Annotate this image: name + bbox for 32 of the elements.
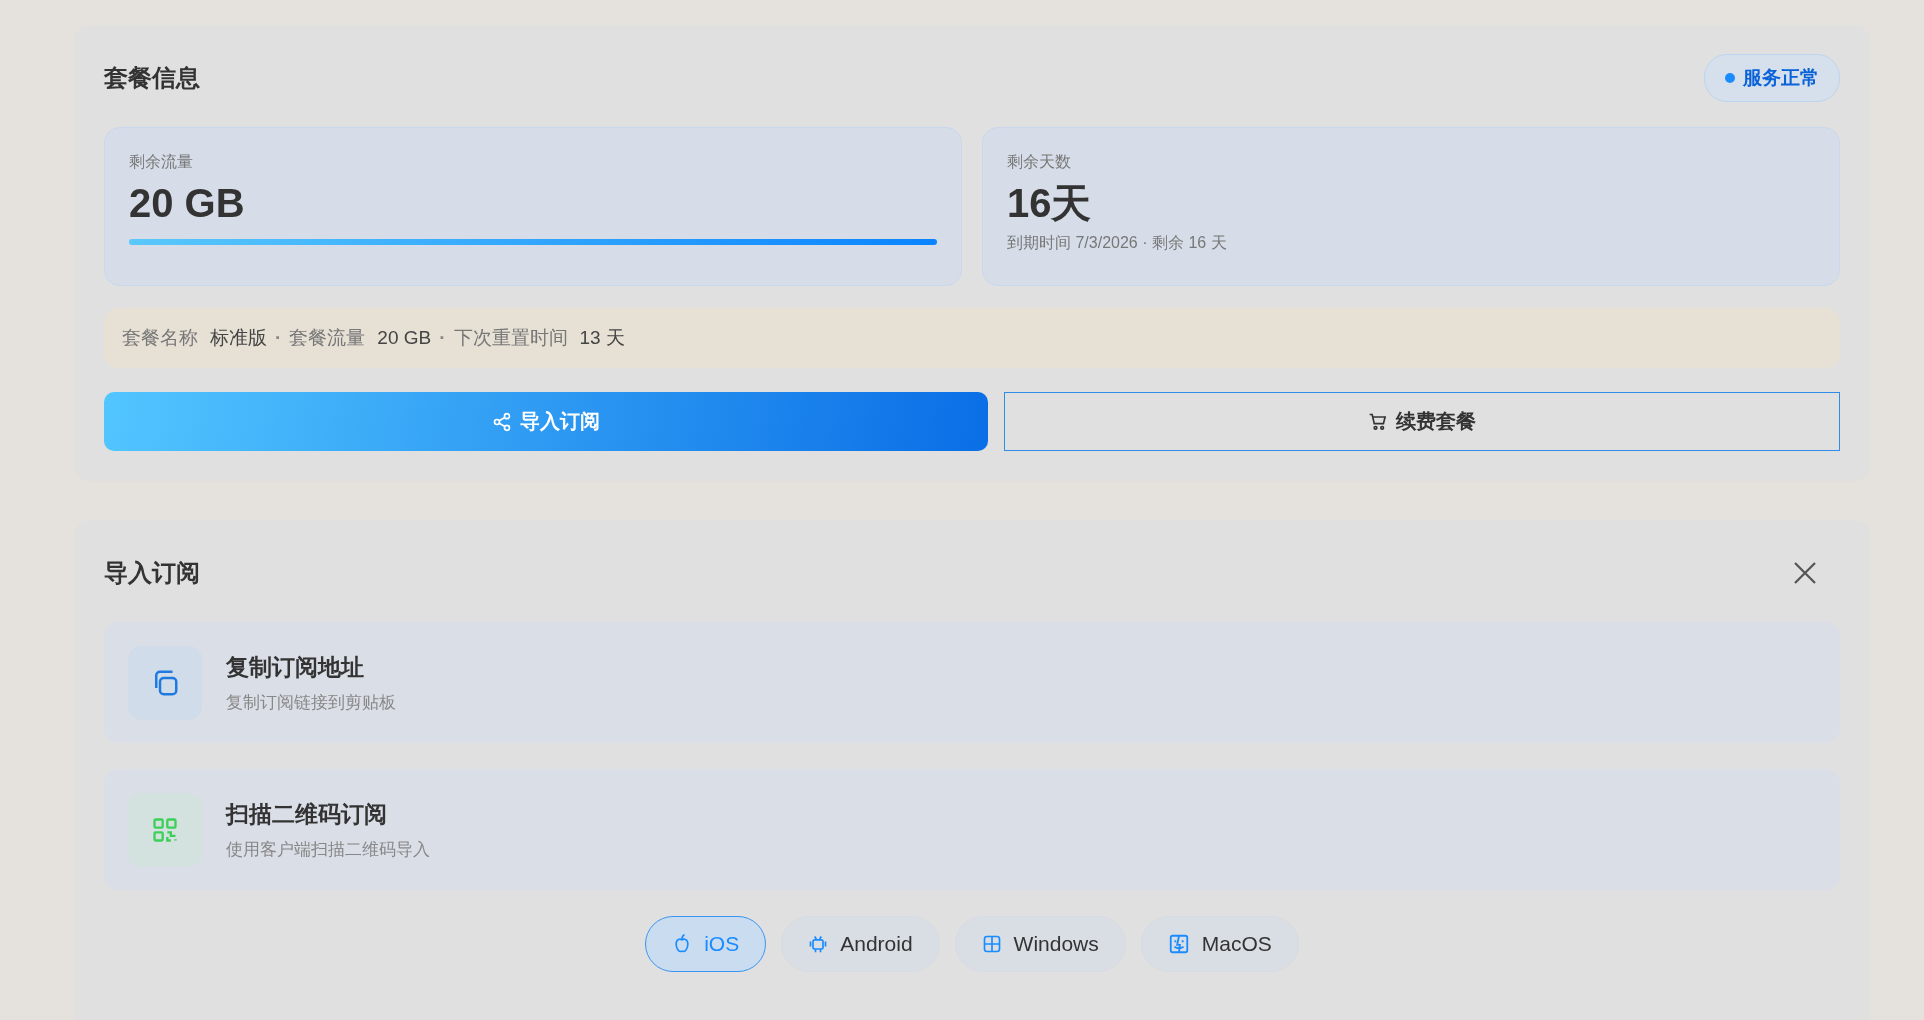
stat-label: 剩余流量 <box>129 152 194 172</box>
renew-button[interactable]: 续费套餐 <box>1004 392 1840 451</box>
import-option[interactable]: 复制订阅地址 复制订阅链接到剪贴板 <box>104 622 1840 743</box>
stat-value: 16天 <box>1007 180 1093 227</box>
finder-icon <box>1167 933 1190 955</box>
android-icon <box>808 933 829 955</box>
detail-label: 套餐流量 <box>289 326 366 350</box>
option-subtitle: 使用客户端扫描二维码导入 <box>226 838 430 861</box>
cart-icon <box>1368 411 1388 432</box>
status-badge: 服务正常 <box>1704 54 1840 102</box>
separator: · <box>275 327 282 349</box>
import-option[interactable]: 扫描二维码订阅 使用客户端扫描二维码导入 <box>104 769 1840 890</box>
detail-value: 20 GB <box>377 327 432 349</box>
share-icon <box>492 411 512 432</box>
expiry-note: 到期时间 7/3/2026 · 剩余 16 天 <box>1007 233 1228 253</box>
option-title: 扫描二维码订阅 <box>226 799 388 829</box>
card-title: 套餐信息 <box>104 63 200 93</box>
stat-value: 20 GB <box>129 180 246 227</box>
detail-label: 套餐名称 <box>122 326 198 350</box>
option-title: 复制订阅地址 <box>226 652 365 682</box>
platform-tab[interactable]: Android <box>781 916 940 972</box>
detail-value: 13 天 <box>579 326 625 350</box>
stat-label: 剩余天数 <box>1007 152 1072 172</box>
qr-code-icon <box>151 815 179 844</box>
detail-value: 标准版 <box>210 326 267 350</box>
windows-icon <box>981 934 1002 954</box>
separator: · <box>439 327 446 349</box>
card-title: 导入订阅 <box>104 558 200 588</box>
detail-label: 下次重置时间 <box>453 326 568 350</box>
platform-tab[interactable]: Windows <box>954 916 1126 972</box>
option-subtitle: 复制订阅链接到剪贴板 <box>226 691 396 714</box>
platform-tab[interactable]: MacOS <box>1140 916 1299 972</box>
